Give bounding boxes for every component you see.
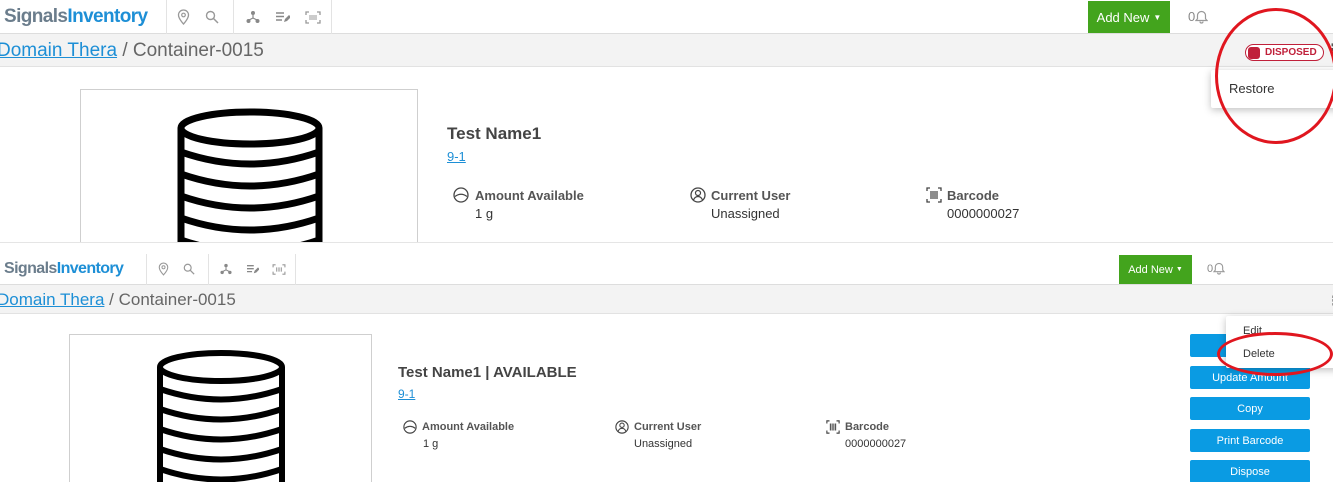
barcode-value: 0000000027 xyxy=(845,438,907,450)
scan-icon[interactable] xyxy=(271,261,287,277)
more-options-menu: Edit Delete xyxy=(1226,316,1333,368)
location-link[interactable]: 9-1 xyxy=(398,387,415,401)
amount-available-value: 1 g xyxy=(475,206,494,221)
scan-icon[interactable] xyxy=(304,8,322,26)
add-new-label: Add New xyxy=(1096,9,1150,25)
hierarchy-icon[interactable] xyxy=(244,8,262,26)
copy-button[interactable]: Copy xyxy=(1190,397,1310,420)
barcode-value: 0000000027 xyxy=(947,206,1020,221)
add-new-button[interactable]: Add New ▼ xyxy=(1119,255,1192,284)
breadcrumb-separator: / xyxy=(109,290,114,309)
list-edit-icon[interactable] xyxy=(273,8,291,26)
breadcrumb-link-domain[interactable]: Domain Thera xyxy=(0,290,104,309)
current-user-label: Current User xyxy=(690,187,790,203)
barcode-label: Barcode xyxy=(826,420,889,434)
status-badge-label: DISPOSED xyxy=(1265,47,1317,58)
top-navbar: SignalsInventory Add New ▼ 0 xyxy=(0,254,1333,285)
toolbar-divider xyxy=(208,254,209,285)
app-logo[interactable]: SignalsInventory xyxy=(4,6,148,28)
item-title: Test Name1 | AVAILABLE xyxy=(398,364,577,381)
amount-label-text: Amount Available xyxy=(475,187,584,203)
amount-available-label: Amount Available xyxy=(403,420,514,434)
bell-icon xyxy=(1213,262,1226,275)
notification-count: 0 xyxy=(1188,9,1196,24)
dispose-label: Dispose xyxy=(1230,465,1270,478)
barcode-label: Barcode xyxy=(926,187,999,203)
breadcrumb-bar: Domain Thera / Container-0015 DISPOSED ⋮ xyxy=(0,34,1333,67)
location-link[interactable]: 9-1 xyxy=(447,149,466,164)
current-user-value: Unassigned xyxy=(634,438,693,450)
container-cylinder-icon xyxy=(177,108,323,242)
notifications-button[interactable]: 0 xyxy=(1188,9,1209,24)
user-label-text: Current User xyxy=(634,421,702,433)
logo-text-signals: Signals xyxy=(4,260,57,277)
more-options-icon[interactable]: ⋮ xyxy=(1327,294,1333,307)
barcode-icon xyxy=(926,187,942,203)
barcode-label-text: Barcode xyxy=(947,187,1000,203)
more-options-menu: Restore xyxy=(1211,70,1333,108)
container-image xyxy=(69,334,372,482)
print-barcode-label: Print Barcode xyxy=(1216,434,1284,447)
container-image xyxy=(80,89,418,242)
search-icon[interactable] xyxy=(181,261,197,277)
toolbar-divider xyxy=(331,0,332,34)
toolbar-divider xyxy=(146,254,147,285)
breadcrumb-current: Container-0015 xyxy=(132,40,264,61)
location-pin-icon[interactable] xyxy=(155,261,171,277)
current-user-label: Current User xyxy=(615,420,701,434)
breadcrumb-current: Container-0015 xyxy=(118,290,236,309)
dispose-button[interactable]: Dispose xyxy=(1190,460,1310,482)
hierarchy-icon[interactable] xyxy=(218,261,234,277)
amount-available-label: Amount Available xyxy=(453,187,584,203)
screenshot-disposed-view: SignalsInventory Add New ▼ 0 Domain Ther… xyxy=(0,0,1333,242)
logo-text-inventory: Inventory xyxy=(56,260,124,277)
amount-label-text: Amount Available xyxy=(422,421,515,433)
current-user-value: Unassigned xyxy=(711,206,780,221)
toolbar-divider xyxy=(166,0,167,34)
update-amount-label: Update Amount xyxy=(1212,371,1288,384)
user-icon xyxy=(690,187,706,203)
breadcrumb: Domain Thera / Container-0015 xyxy=(0,290,236,310)
list-edit-icon[interactable] xyxy=(244,261,260,277)
amount-gauge-icon xyxy=(453,187,469,203)
breadcrumb: Domain Thera / Container-0015 xyxy=(0,40,264,62)
logo-text-inventory: Inventory xyxy=(67,6,148,27)
caret-down-icon: ▼ xyxy=(1175,266,1183,273)
update-amount-button[interactable]: Update Amount xyxy=(1190,366,1310,389)
caret-down-icon: ▼ xyxy=(1153,12,1162,22)
breadcrumb-separator: / xyxy=(122,40,128,61)
amount-gauge-icon xyxy=(403,420,417,434)
toolbar-divider xyxy=(233,0,234,34)
copy-label: Copy xyxy=(1237,402,1263,415)
menu-item-restore[interactable]: Restore xyxy=(1211,81,1333,96)
top-navbar: SignalsInventory Add New ▼ 0 xyxy=(0,0,1333,34)
panel-separator xyxy=(0,242,1333,254)
status-badge-disposed: DISPOSED xyxy=(1245,44,1324,61)
container-cylinder-icon xyxy=(157,350,285,482)
screenshot-available-view: SignalsInventory Add New ▼ 0 Domain Ther… xyxy=(0,254,1333,482)
barcode-icon xyxy=(826,420,840,434)
add-new-label: Add New xyxy=(1128,263,1173,276)
lock-icon xyxy=(1248,46,1260,59)
app-logo[interactable]: SignalsInventory xyxy=(4,260,124,278)
user-label-text: Current User xyxy=(711,187,791,203)
print-barcode-button[interactable]: Print Barcode xyxy=(1190,429,1310,452)
user-icon xyxy=(615,420,629,434)
barcode-label-text: Barcode xyxy=(845,421,890,433)
breadcrumb-bar: Domain Thera / Container-0015 ⋮ xyxy=(0,285,1333,314)
item-title: Test Name1 xyxy=(447,124,542,143)
breadcrumb-link-domain[interactable]: Domain Thera xyxy=(0,40,117,61)
notifications-button[interactable]: 0 xyxy=(1207,262,1226,275)
location-pin-icon[interactable] xyxy=(174,8,192,26)
logo-text-signals: Signals xyxy=(4,6,68,27)
more-options-icon[interactable]: ⋮ xyxy=(1325,43,1333,59)
bell-icon xyxy=(1195,10,1209,24)
toolbar-divider xyxy=(295,254,296,285)
menu-item-edit[interactable]: Edit xyxy=(1226,325,1333,337)
add-new-button[interactable]: Add New ▼ xyxy=(1088,1,1170,33)
search-icon[interactable] xyxy=(203,8,221,26)
amount-available-value: 1 g xyxy=(423,438,439,450)
menu-item-delete[interactable]: Delete xyxy=(1226,348,1333,360)
